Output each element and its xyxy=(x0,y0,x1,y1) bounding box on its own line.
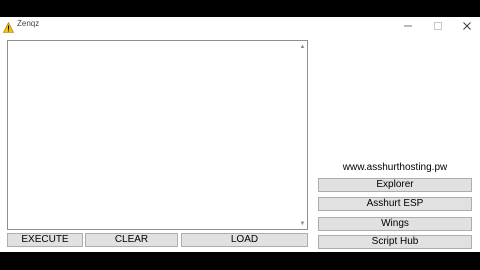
app-window: Zenqz ▲ ▼ EXECUTE CLEAR LOAD www.asshurt… xyxy=(0,17,480,252)
script-editor-input[interactable] xyxy=(8,41,296,229)
script-editor: ▲ ▼ xyxy=(7,40,308,230)
close-icon xyxy=(463,22,471,30)
minimize-icon xyxy=(404,25,412,27)
window-title: Zenqz xyxy=(17,19,40,28)
maximize-button[interactable] xyxy=(423,17,453,35)
editor-scrollbar[interactable]: ▲ ▼ xyxy=(296,41,307,229)
script-hub-button[interactable]: Script Hub xyxy=(318,235,472,249)
wings-button[interactable]: Wings xyxy=(318,217,472,231)
load-button[interactable]: LOAD xyxy=(181,233,308,247)
execute-button[interactable]: EXECUTE xyxy=(7,233,83,247)
site-url-label: www.asshurthosting.pw xyxy=(342,162,448,173)
clear-button[interactable]: CLEAR xyxy=(85,233,178,247)
close-button[interactable] xyxy=(452,17,480,35)
minimize-button[interactable] xyxy=(393,17,423,35)
asshurt-esp-button[interactable]: Asshurt ESP xyxy=(318,197,472,211)
explorer-button[interactable]: Explorer xyxy=(318,178,472,192)
title-bar[interactable]: Zenqz xyxy=(0,17,480,35)
chevron-up-icon[interactable]: ▲ xyxy=(297,41,308,52)
maximize-icon xyxy=(434,22,442,30)
warning-icon xyxy=(3,20,14,33)
chevron-down-icon[interactable]: ▼ xyxy=(297,218,308,229)
